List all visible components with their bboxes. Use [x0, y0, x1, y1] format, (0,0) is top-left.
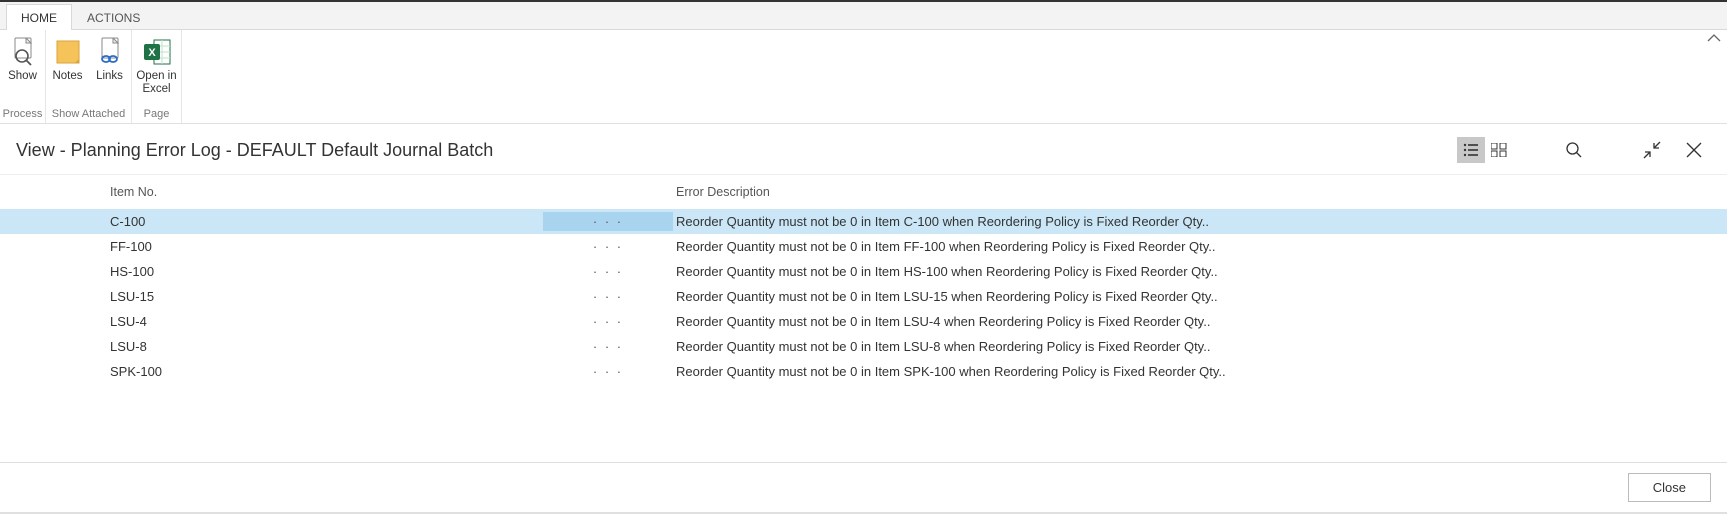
view-list-button[interactable] [1457, 137, 1485, 163]
row-actions-button[interactable]: · · · [542, 362, 674, 381]
cell-error-description: Reorder Quantity must not be 0 in Item S… [674, 364, 1727, 379]
cell-error-description: Reorder Quantity must not be 0 in Item H… [674, 264, 1727, 279]
collapse-button[interactable] [1635, 136, 1669, 164]
table-row[interactable]: C-100· · ·Reorder Quantity must not be 0… [0, 209, 1727, 234]
row-actions-button[interactable]: · · · [542, 262, 674, 281]
shrink-icon [1643, 141, 1661, 159]
ribbon-button-label: Show [8, 70, 37, 83]
sticky-note-icon [52, 36, 84, 68]
search-button[interactable] [1557, 136, 1591, 164]
ellipsis-icon: · · · [543, 237, 673, 256]
ribbon-button-label: Notes [52, 70, 82, 83]
table-row[interactable]: LSU-8· · ·Reorder Quantity must not be 0… [0, 334, 1727, 359]
table-row[interactable]: SPK-100· · ·Reorder Quantity must not be… [0, 359, 1727, 384]
svg-text:X: X [148, 47, 156, 59]
table-row[interactable]: HS-100· · ·Reorder Quantity must not be … [0, 259, 1727, 284]
column-header-error-description[interactable]: Error Description [674, 185, 1727, 199]
row-actions-button[interactable]: · · · [542, 237, 674, 256]
ribbon: Show Process Notes [0, 30, 1727, 124]
ellipsis-icon: · · · [543, 337, 673, 356]
error-log-grid: Item No. Error Description C-100· · ·Reo… [0, 175, 1727, 463]
grid-header: Item No. Error Description [0, 175, 1727, 209]
page-title: View - Planning Error Log - DEFAULT Defa… [16, 140, 1457, 161]
cell-item-no: LSU-4 [108, 314, 542, 329]
row-actions-button[interactable]: · · · [542, 287, 674, 306]
row-actions-button[interactable]: · · · [542, 212, 674, 231]
cell-item-no: HS-100 [108, 264, 542, 279]
ribbon-button-label: Open in Excel [135, 70, 179, 96]
close-button[interactable]: Close [1628, 473, 1711, 502]
cell-item-no: SPK-100 [108, 364, 542, 379]
document-magnify-icon [7, 36, 39, 68]
view-tiles-button[interactable] [1485, 137, 1513, 163]
document-link-icon [94, 36, 126, 68]
chevron-up-icon [1707, 33, 1721, 43]
row-actions-button[interactable]: · · · [542, 337, 674, 356]
cell-item-no: LSU-8 [108, 339, 542, 354]
cell-error-description: Reorder Quantity must not be 0 in Item L… [674, 339, 1727, 354]
ellipsis-icon: · · · [543, 262, 673, 281]
list-view-icon [1463, 143, 1479, 157]
close-icon [1685, 141, 1703, 159]
cell-item-no: C-100 [108, 214, 542, 229]
tab-home[interactable]: HOME [6, 4, 72, 30]
ellipsis-icon: · · · [543, 212, 673, 231]
close-x-button[interactable] [1677, 136, 1711, 164]
ribbon-group-label: Process [0, 106, 45, 123]
ribbon-group-label: Page [132, 106, 181, 123]
table-row[interactable]: LSU-15· · ·Reorder Quantity must not be … [0, 284, 1727, 309]
search-icon [1565, 141, 1583, 159]
cell-error-description: Reorder Quantity must not be 0 in Item C… [674, 214, 1727, 229]
tiles-view-icon [1491, 143, 1507, 157]
ribbon-button-links[interactable]: Links [89, 34, 131, 106]
cell-item-no: LSU-15 [108, 289, 542, 304]
ellipsis-icon: · · · [543, 312, 673, 331]
ellipsis-icon: · · · [543, 287, 673, 306]
ribbon-button-notes[interactable]: Notes [47, 34, 89, 106]
ribbon-button-show[interactable]: Show [2, 34, 44, 106]
cell-error-description: Reorder Quantity must not be 0 in Item L… [674, 289, 1727, 304]
table-row[interactable]: LSU-4· · ·Reorder Quantity must not be 0… [0, 309, 1727, 334]
column-header-item-no[interactable]: Item No. [108, 185, 542, 199]
table-row[interactable]: FF-100· · ·Reorder Quantity must not be … [0, 234, 1727, 259]
cell-error-description: Reorder Quantity must not be 0 in Item F… [674, 239, 1727, 254]
ribbon-button-open-in-excel[interactable]: X Open in Excel [133, 34, 181, 106]
cell-error-description: Reorder Quantity must not be 0 in Item L… [674, 314, 1727, 329]
cell-item-no: FF-100 [108, 239, 542, 254]
ribbon-group-label: Show Attached [46, 106, 131, 123]
ribbon-collapse-toggle[interactable] [1707, 32, 1721, 46]
row-actions-button[interactable]: · · · [542, 312, 674, 331]
view-mode-toggle [1457, 137, 1513, 163]
ribbon-tabstrip: HOME ACTIONS [0, 2, 1727, 30]
ellipsis-icon: · · · [543, 362, 673, 381]
tab-actions[interactable]: ACTIONS [72, 4, 155, 30]
excel-icon: X [141, 36, 173, 68]
footer: Close [0, 462, 1727, 514]
ribbon-button-label: Links [96, 70, 123, 83]
